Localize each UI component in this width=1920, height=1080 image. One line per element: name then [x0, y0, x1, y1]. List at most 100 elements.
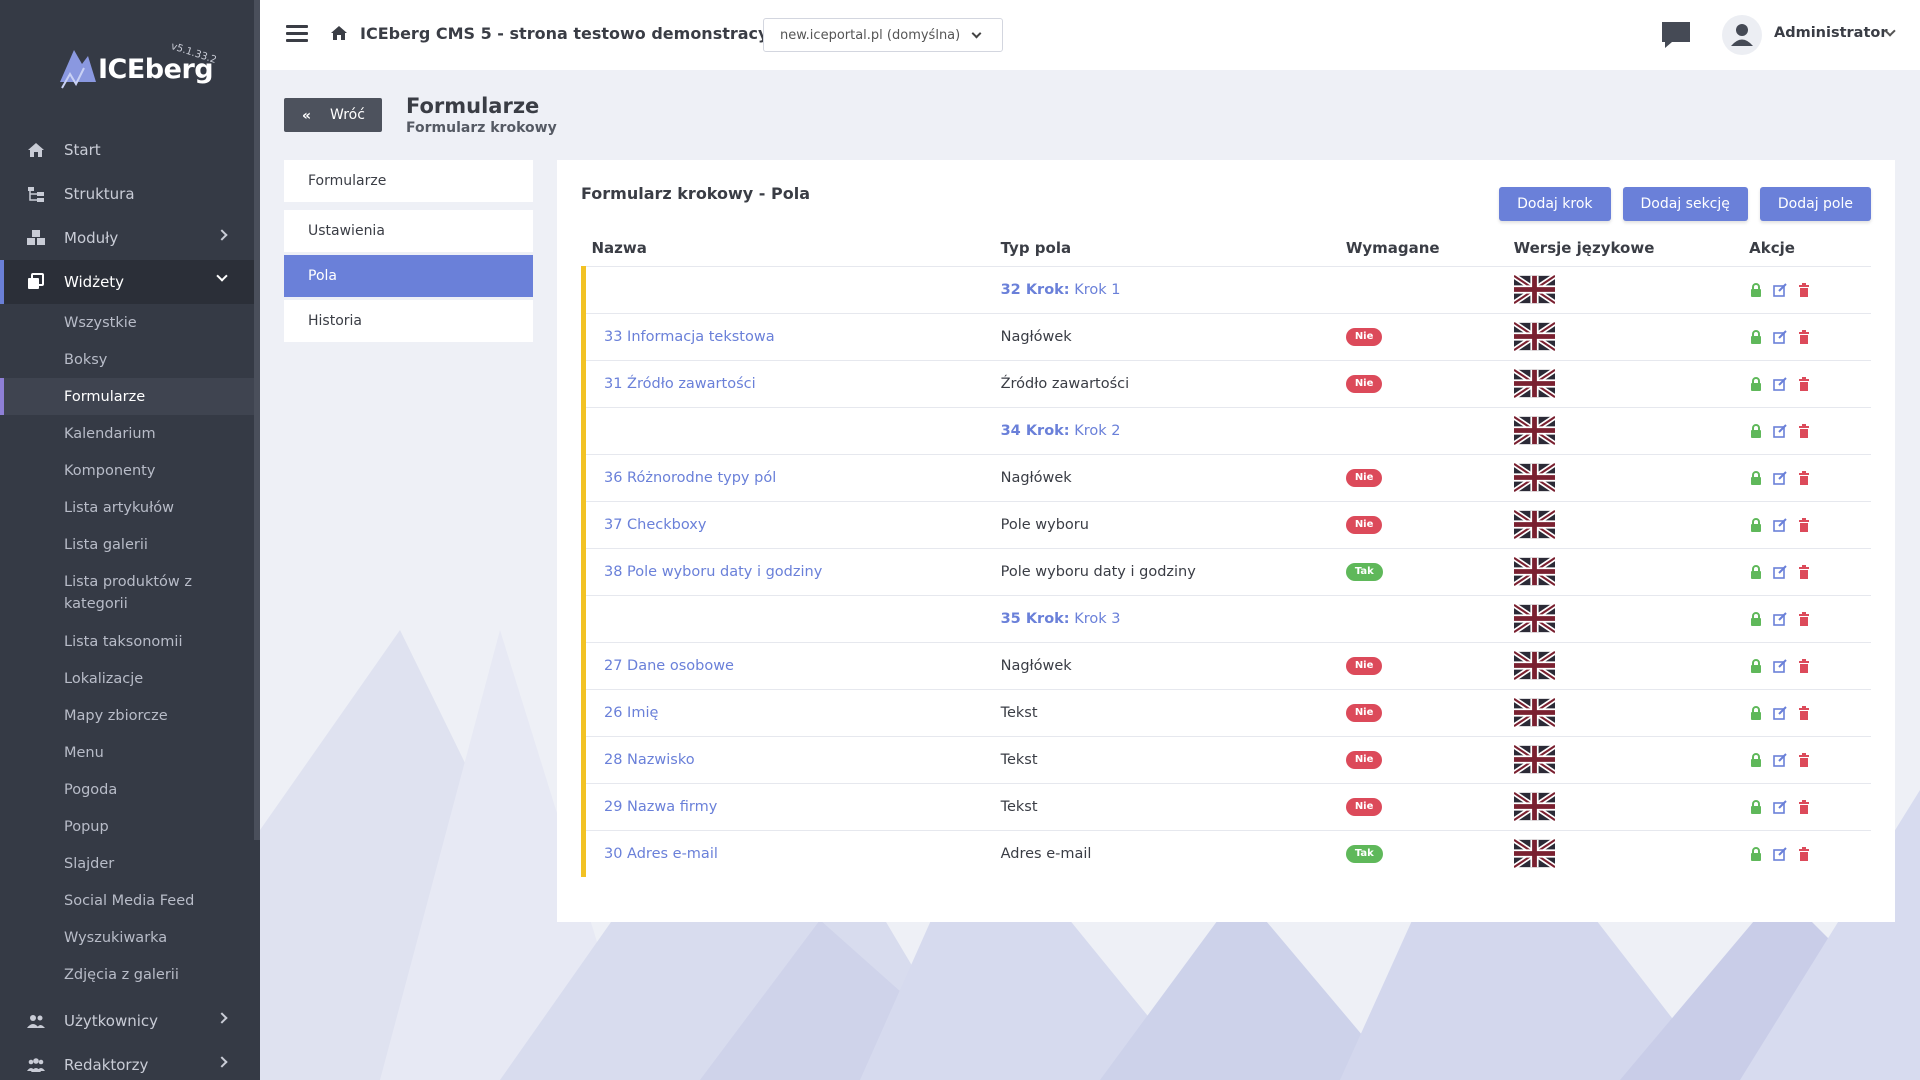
submenu-item[interactable]: Lista taksonomii [0, 623, 254, 660]
edit-icon[interactable] [1773, 423, 1787, 438]
uk-flag-icon[interactable] [1513, 650, 1555, 681]
edit-icon[interactable] [1773, 470, 1787, 485]
field-name-link[interactable]: 37 Checkboxy [604, 517, 706, 533]
uk-flag-icon[interactable] [1513, 791, 1555, 822]
uk-flag-icon[interactable] [1513, 368, 1555, 399]
uk-flag-icon[interactable] [1513, 321, 1555, 352]
field-type[interactable]: 35 Krok: Krok 3 [1001, 611, 1121, 627]
lock-icon[interactable] [1749, 470, 1763, 485]
edit-icon[interactable] [1773, 564, 1787, 579]
lock-icon[interactable] [1749, 282, 1763, 297]
logo[interactable]: ICEberg v5.1.33.2 [58, 41, 228, 96]
edit-icon[interactable] [1773, 282, 1787, 297]
lock-icon[interactable] [1749, 752, 1763, 767]
column-header-languages[interactable]: Wersje językowe [1506, 230, 1742, 266]
edit-icon[interactable] [1773, 376, 1787, 391]
submenu-item[interactable]: Popup [0, 808, 254, 845]
submenu-item[interactable]: Lista galerii [0, 526, 254, 563]
trash-icon[interactable] [1797, 517, 1811, 532]
sidebar-item-uzytkownicy[interactable]: Użytkownicy [0, 999, 254, 1043]
lock-icon[interactable] [1749, 564, 1763, 579]
field-type[interactable]: 34 Krok: Krok 2 [1001, 423, 1121, 439]
column-header-type[interactable]: Typ pola [993, 230, 1338, 266]
uk-flag-icon[interactable] [1513, 556, 1555, 587]
submenu-item[interactable]: Lokalizacje [0, 660, 254, 697]
column-header-required[interactable]: Wymagane [1338, 230, 1506, 266]
submenu-item[interactable]: Lista produktów z kategorii [0, 563, 254, 623]
edit-icon[interactable] [1773, 329, 1787, 344]
field-name-link[interactable]: 29 Nazwa firmy [604, 799, 717, 815]
field-name-link[interactable]: 38 Pole wyboru daty i godziny [604, 564, 822, 580]
home-icon[interactable] [330, 24, 348, 42]
submenu-item[interactable]: Slajder [0, 845, 254, 882]
field-name-link[interactable]: 36 Różnorodne typy pól [604, 470, 776, 486]
form-menu-item-pola[interactable]: Pola [284, 255, 533, 297]
site-title[interactable]: ICEberg CMS 5 - strona testowo demonstra… [360, 24, 796, 43]
trash-icon[interactable] [1797, 376, 1811, 391]
trash-icon[interactable] [1797, 846, 1811, 861]
avatar[interactable] [1722, 15, 1762, 55]
field-name-link[interactable]: 31 Źródło zawartości [604, 376, 756, 392]
submenu-item[interactable]: Pogoda [0, 771, 254, 808]
lock-icon[interactable] [1749, 376, 1763, 391]
edit-icon[interactable] [1773, 517, 1787, 532]
add-step-button[interactable]: Dodaj krok [1499, 187, 1611, 221]
back-button[interactable]: « Wróć [284, 98, 382, 132]
submenu-item[interactable]: Menu [0, 734, 254, 771]
domain-select[interactable]: new.iceportal.pl (domyślna) [763, 18, 1003, 52]
uk-flag-icon[interactable] [1513, 274, 1555, 305]
column-header-name[interactable]: Nazwa [584, 230, 993, 266]
submenu-item[interactable]: Wszystkie [0, 304, 254, 341]
hamburger-menu-icon[interactable] [286, 25, 308, 43]
field-name-link[interactable]: 28 Nazwisko [604, 752, 695, 768]
trash-icon[interactable] [1797, 470, 1811, 485]
field-name-link[interactable]: 27 Dane osobowe [604, 658, 734, 674]
lock-icon[interactable] [1749, 423, 1763, 438]
uk-flag-icon[interactable] [1513, 509, 1555, 540]
uk-flag-icon[interactable] [1513, 415, 1555, 446]
trash-icon[interactable] [1797, 564, 1811, 579]
form-menu-item-ustawienia[interactable]: Ustawienia [284, 210, 533, 252]
submenu-item[interactable]: Wyszukiwarka [0, 919, 254, 956]
edit-icon[interactable] [1773, 799, 1787, 814]
edit-icon[interactable] [1773, 847, 1787, 861]
sidebar-item-widzety[interactable]: Widżety [0, 260, 254, 304]
submenu-item[interactable]: Boksy [0, 341, 254, 378]
submenu-item[interactable]: Social Media Feed [0, 882, 254, 919]
edit-icon[interactable] [1773, 705, 1787, 720]
trash-icon[interactable] [1797, 329, 1811, 344]
sidebar-item-struktura[interactable]: Struktura [0, 172, 254, 216]
chat-icon[interactable] [1660, 20, 1692, 50]
edit-icon[interactable] [1773, 752, 1787, 767]
lock-icon[interactable] [1749, 611, 1763, 626]
uk-flag-icon[interactable] [1513, 462, 1555, 493]
lock-icon[interactable] [1749, 705, 1763, 720]
edit-icon[interactable] [1773, 611, 1787, 626]
sidebar-item-moduly[interactable]: Moduły [0, 216, 254, 260]
uk-flag-icon[interactable] [1513, 603, 1555, 634]
lock-icon[interactable] [1749, 517, 1763, 532]
submenu-item[interactable]: Lista artykułów [0, 489, 254, 526]
trash-icon[interactable] [1797, 423, 1811, 438]
submenu-item[interactable]: Komponenty [0, 452, 254, 489]
add-section-button[interactable]: Dodaj sekcję [1622, 187, 1748, 221]
sidebar-scrollbar[interactable] [254, 0, 260, 840]
submenu-item[interactable]: Mapy zbiorcze [0, 697, 254, 734]
field-name-link[interactable]: 33 Informacja tekstowa [604, 329, 775, 345]
trash-icon[interactable] [1797, 799, 1811, 814]
trash-icon[interactable] [1797, 705, 1811, 720]
submenu-item[interactable]: Zdjęcia z galerii [0, 956, 254, 993]
submenu-item[interactable]: Kalendarium [0, 415, 254, 452]
lock-icon[interactable] [1749, 846, 1763, 861]
user-name[interactable]: Administrator [1774, 25, 1888, 41]
field-name-link[interactable]: 26 Imię [604, 705, 658, 721]
form-menu-item-historia[interactable]: Historia [284, 300, 533, 342]
trash-icon[interactable] [1797, 282, 1811, 297]
field-name-link[interactable]: 30 Adres e-mail [604, 846, 718, 862]
add-field-button[interactable]: Dodaj pole [1759, 187, 1871, 221]
trash-icon[interactable] [1797, 658, 1811, 673]
sidebar-item-start[interactable]: Start [0, 128, 254, 172]
uk-flag-icon[interactable] [1513, 697, 1555, 728]
sidebar-item-redaktorzy[interactable]: Redaktorzy [0, 1043, 254, 1080]
uk-flag-icon[interactable] [1513, 744, 1555, 775]
